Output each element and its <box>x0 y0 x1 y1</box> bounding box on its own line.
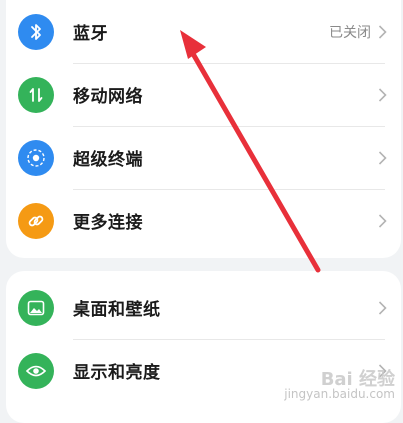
display-brightness-label: 显示和亮度 <box>73 363 161 383</box>
chevron-right-icon <box>378 300 387 315</box>
image-icon <box>18 289 54 326</box>
bluetooth-label: 蓝牙 <box>73 24 108 44</box>
bluetooth-row[interactable]: 蓝牙 已关闭 <box>6 0 401 63</box>
more-connections-label: 更多连接 <box>73 213 143 233</box>
eye-icon <box>18 352 54 389</box>
super-device-icon <box>18 139 54 176</box>
super-device-label: 超级终端 <box>73 150 143 170</box>
chevron-right-icon <box>378 24 387 39</box>
chevron-right-icon <box>378 150 387 165</box>
watermark-url: jingyan.baidu.com <box>284 387 395 401</box>
mobile-data-icon <box>18 76 54 113</box>
chevron-right-icon <box>378 87 387 102</box>
link-icon <box>18 202 54 239</box>
watermark: Bai 经验 jingyan.baidu.com <box>284 369 395 402</box>
wallpaper-label: 桌面和壁纸 <box>73 300 161 320</box>
mobile-network-row[interactable]: 移动网络 <box>6 63 401 126</box>
more-connections-row[interactable]: 更多连接 <box>6 189 401 252</box>
bluetooth-status: 已关闭 <box>329 24 371 41</box>
wallpaper-row[interactable]: 桌面和壁纸 <box>6 276 401 339</box>
super-device-row[interactable]: 超级终端 <box>6 126 401 189</box>
bluetooth-icon <box>18 13 54 50</box>
watermark-brand: Bai 经验 <box>320 369 395 390</box>
chevron-right-icon <box>378 213 387 228</box>
connectivity-settings-card: 蓝牙 已关闭 移动网络 超级终端 更多连接 <box>6 0 401 258</box>
mobile-network-label: 移动网络 <box>73 87 143 107</box>
